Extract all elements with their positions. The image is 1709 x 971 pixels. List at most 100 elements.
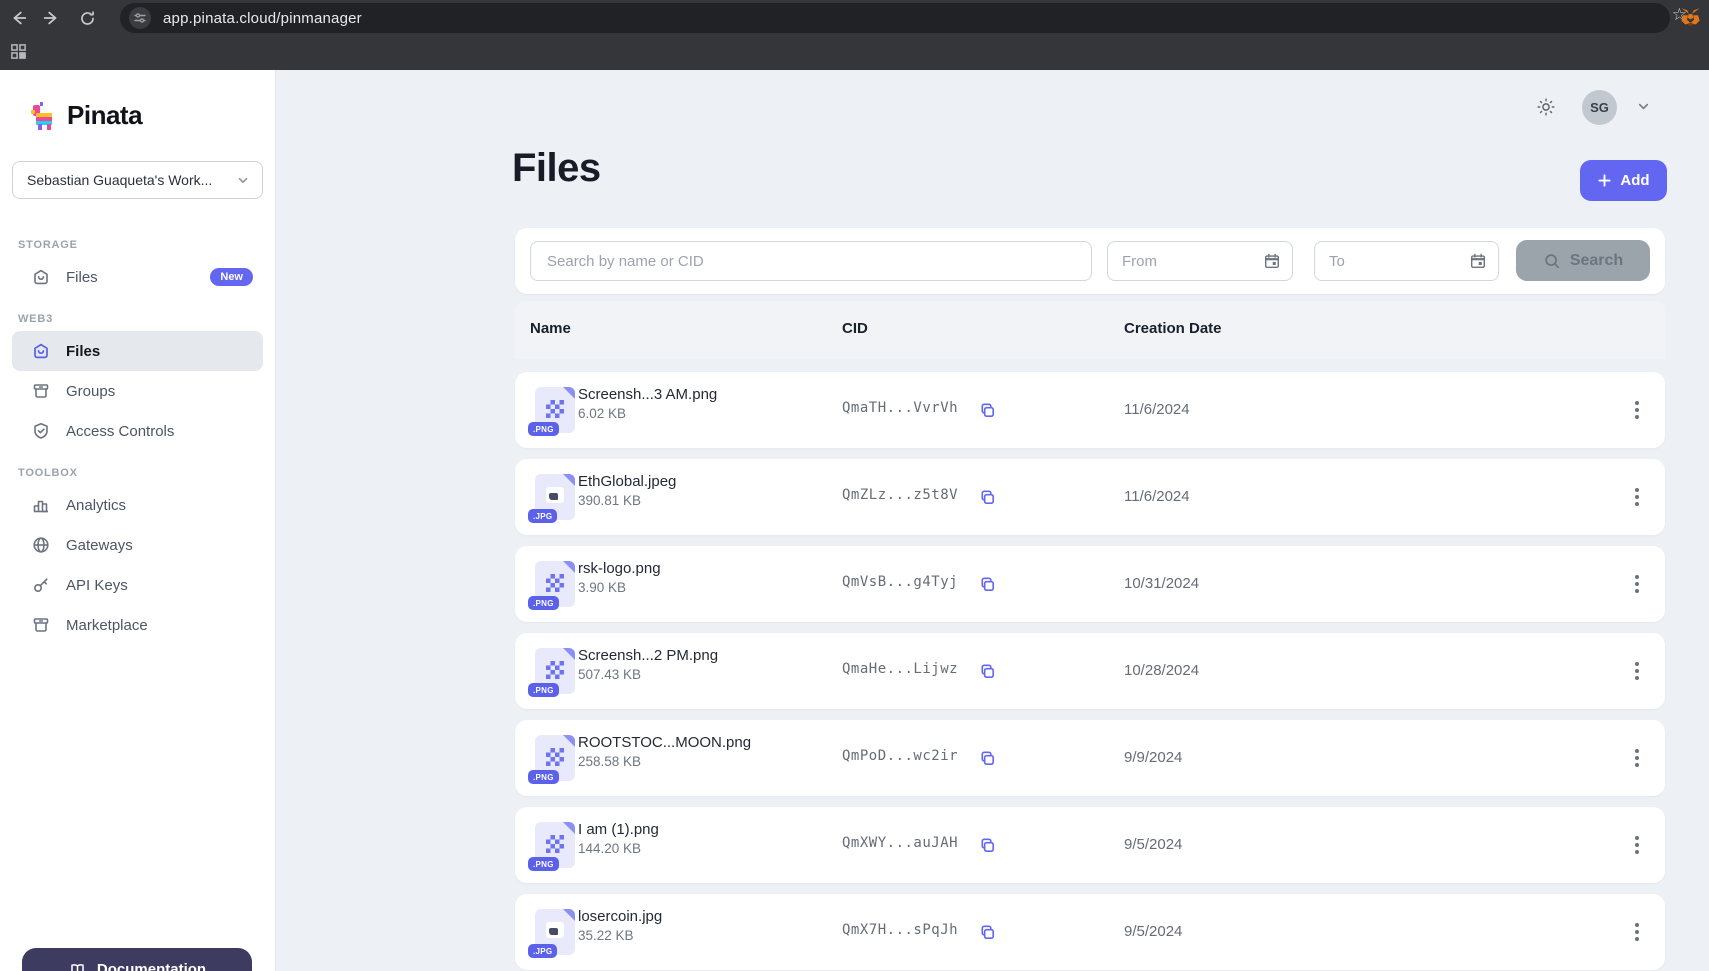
browser-chrome: app.pinata.cloud/pinmanager ☆ bbox=[0, 0, 1709, 70]
table-row[interactable]: .PNG I am (1).png144.20 KB QmXWY...auJAH… bbox=[515, 807, 1665, 883]
file-name: I am (1).png bbox=[578, 821, 659, 838]
book-icon bbox=[68, 961, 87, 971]
metamask-extension-icon[interactable] bbox=[1680, 7, 1701, 32]
workspace-name: Sebastian Guaqueta's Work... bbox=[27, 172, 212, 188]
documentation-button[interactable]: Documentation bbox=[22, 948, 252, 971]
sidebar-item-label: Files bbox=[66, 269, 98, 286]
theme-toggle-button[interactable] bbox=[1531, 92, 1561, 122]
arrow-right-icon bbox=[42, 9, 60, 27]
search-icon bbox=[1543, 252, 1561, 270]
file-size: 390.81 KB bbox=[578, 493, 676, 508]
search-button-label: Search bbox=[1570, 252, 1623, 270]
files-icon bbox=[31, 341, 51, 361]
sidebar-item-label: API Keys bbox=[66, 577, 128, 594]
sidebar-item-label: Access Controls bbox=[66, 423, 174, 440]
file-type-badge: .PNG bbox=[528, 683, 559, 697]
copy-icon bbox=[978, 836, 997, 855]
date-from-input[interactable] bbox=[1108, 242, 1292, 280]
file-size: 6.02 KB bbox=[578, 406, 717, 421]
row-menu-button[interactable] bbox=[1623, 396, 1651, 424]
sidebar-item-access-controls[interactable]: Access Controls bbox=[12, 411, 263, 451]
table-row[interactable]: .PNG Screensh...2 PM.png507.43 KB QmaHe.… bbox=[515, 633, 1665, 709]
date-to-input[interactable] bbox=[1315, 242, 1498, 280]
search-input[interactable] bbox=[530, 241, 1092, 281]
table-row[interactable]: .PNG Screensh...3 AM.png6.02 KB QmaTH...… bbox=[515, 372, 1665, 448]
jpg-file-icon: .JPG bbox=[535, 909, 575, 955]
sidebar-item-files-storage[interactable]: Files New bbox=[12, 257, 263, 297]
add-button-label: Add bbox=[1620, 172, 1649, 189]
file-size: 258.58 KB bbox=[578, 754, 751, 769]
sidebar-item-groups[interactable]: Groups bbox=[12, 371, 263, 411]
table-row[interactable]: .PNG rsk-logo.png3.90 KB QmVsB...g4Tyj 1… bbox=[515, 546, 1665, 622]
add-button[interactable]: Add bbox=[1580, 160, 1667, 201]
site-settings-icon[interactable] bbox=[129, 7, 151, 29]
workspace-selector[interactable]: Sebastian Guaqueta's Work... bbox=[12, 161, 263, 199]
copy-icon bbox=[978, 401, 997, 420]
date-to-field[interactable] bbox=[1314, 241, 1499, 281]
section-web3-label: WEB3 bbox=[18, 313, 263, 325]
row-menu-button[interactable] bbox=[1623, 483, 1651, 511]
file-type-badge: .JPG bbox=[528, 509, 557, 523]
archive-box-icon bbox=[31, 381, 51, 401]
file-type-badge: .PNG bbox=[528, 596, 559, 610]
file-type-badge: .PNG bbox=[528, 422, 559, 436]
file-cid: QmXWY...auJAH bbox=[842, 835, 958, 851]
sidebar-item-marketplace[interactable]: Marketplace bbox=[12, 605, 263, 645]
png-file-icon: .PNG bbox=[535, 648, 575, 694]
chevron-down-icon bbox=[1636, 99, 1651, 114]
table-row[interactable]: .PNG ROOTSTOC...MOON.png258.58 KB QmPoD.… bbox=[515, 720, 1665, 796]
sidebar-item-gateways[interactable]: Gateways bbox=[12, 525, 263, 565]
file-size: 3.90 KB bbox=[578, 580, 661, 595]
table-row[interactable]: .JPG losercoin.jpg35.22 KB QmX7H...sPqJh… bbox=[515, 894, 1665, 970]
browser-forward-button[interactable] bbox=[38, 5, 64, 31]
copy-cid-button[interactable] bbox=[975, 398, 999, 422]
creation-date: 10/31/2024 bbox=[1124, 575, 1199, 592]
sidebar-item-files-web3[interactable]: Files bbox=[12, 331, 263, 371]
row-menu-button[interactable] bbox=[1623, 918, 1651, 946]
archive-box-icon bbox=[31, 615, 51, 635]
apps-grid-icon[interactable] bbox=[10, 43, 27, 65]
sidebar-item-analytics[interactable]: Analytics bbox=[12, 485, 263, 525]
copy-cid-button[interactable] bbox=[975, 485, 999, 509]
browser-back-button[interactable] bbox=[6, 5, 32, 31]
files-icon bbox=[31, 267, 51, 287]
page-title: Files bbox=[512, 146, 601, 191]
date-from-field[interactable] bbox=[1107, 241, 1293, 281]
file-size: 144.20 KB bbox=[578, 841, 659, 856]
section-storage-label: STORAGE bbox=[18, 239, 263, 251]
column-header-date: Creation Date bbox=[1124, 320, 1222, 337]
url-bar[interactable]: app.pinata.cloud/pinmanager bbox=[120, 3, 1670, 33]
row-menu-button[interactable] bbox=[1623, 570, 1651, 598]
copy-cid-button[interactable] bbox=[975, 659, 999, 683]
user-avatar[interactable]: SG bbox=[1582, 90, 1617, 125]
copy-cid-button[interactable] bbox=[975, 746, 999, 770]
row-menu-button[interactable] bbox=[1623, 744, 1651, 772]
sidebar: Pinata Sebastian Guaqueta's Work... STOR… bbox=[0, 70, 276, 971]
copy-cid-button[interactable] bbox=[975, 572, 999, 596]
sidebar-item-api-keys[interactable]: API Keys bbox=[12, 565, 263, 605]
browser-reload-button[interactable] bbox=[74, 5, 100, 31]
copy-cid-button[interactable] bbox=[975, 920, 999, 944]
shield-check-icon bbox=[31, 421, 51, 441]
arrow-left-icon bbox=[10, 9, 28, 27]
globe-icon bbox=[31, 535, 51, 555]
documentation-label: Documentation bbox=[97, 961, 206, 971]
png-file-icon: .PNG bbox=[535, 561, 575, 607]
search-button[interactable]: Search bbox=[1516, 240, 1650, 281]
filter-bar: Search bbox=[515, 228, 1665, 294]
column-header-cid: CID bbox=[842, 320, 868, 337]
file-name: losercoin.jpg bbox=[578, 908, 662, 925]
table-row[interactable]: .JPG EthGlobal.jpeg390.81 KB QmZLz...z5t… bbox=[515, 459, 1665, 535]
creation-date: 10/28/2024 bbox=[1124, 662, 1199, 679]
copy-icon bbox=[978, 488, 997, 507]
sun-icon bbox=[1535, 96, 1557, 118]
file-cid: QmX7H...sPqJh bbox=[842, 922, 958, 938]
account-menu-chevron[interactable] bbox=[1636, 99, 1651, 119]
png-file-icon: .PNG bbox=[535, 735, 575, 781]
file-name: EthGlobal.jpeg bbox=[578, 473, 676, 490]
copy-cid-button[interactable] bbox=[975, 833, 999, 857]
row-menu-button[interactable] bbox=[1623, 657, 1651, 685]
row-menu-button[interactable] bbox=[1623, 831, 1651, 859]
url-text: app.pinata.cloud/pinmanager bbox=[163, 10, 362, 27]
sidebar-item-label: Marketplace bbox=[66, 617, 148, 634]
